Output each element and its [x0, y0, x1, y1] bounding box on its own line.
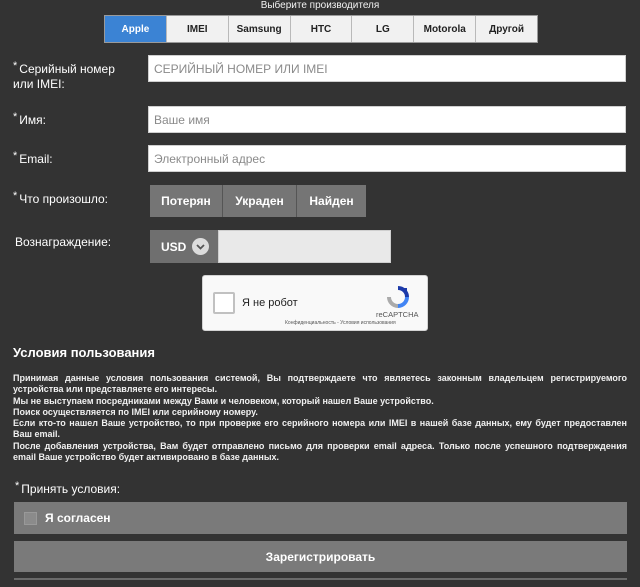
accept-label-text: Принять условия: [21, 482, 121, 496]
terms-text: Принимая данные условия пользования сист… [13, 373, 627, 463]
agree-checkbox[interactable] [24, 511, 37, 525]
status-found-button[interactable]: Найден [297, 185, 366, 217]
serial-input[interactable] [148, 55, 626, 82]
agree-checkbox-row[interactable]: Я согласен [14, 502, 627, 534]
status-lost-button[interactable]: Потерян [150, 185, 223, 217]
tab-samsung[interactable]: Samsung [229, 16, 291, 42]
accept-label: * Принять условия: [15, 480, 121, 497]
terms-paragraph: Принимая данные условия пользования сист… [13, 373, 627, 395]
divider [14, 578, 627, 580]
email-label-text: Email: [19, 152, 53, 166]
tab-lg[interactable]: LG [352, 16, 415, 42]
status-stolen-button[interactable]: Украден [223, 185, 297, 217]
tab-apple[interactable]: Apple [105, 16, 167, 42]
tab-htc[interactable]: HTC [291, 16, 353, 42]
register-button[interactable]: Зарегистрировать [14, 541, 627, 572]
status-label-text: Что произошло: [19, 192, 109, 206]
required-mark: * [13, 190, 18, 202]
serial-label-line1: Серийный номер [19, 62, 115, 76]
chevron-down-icon [192, 238, 210, 255]
email-label: * Email: [13, 150, 53, 167]
manufacturer-title: Выберите производителя [260, 0, 380, 11]
required-mark: * [13, 60, 18, 72]
status-label: * Что произошло: [13, 190, 109, 207]
name-label: * Имя: [13, 111, 46, 128]
recaptcha-links[interactable]: Конфиденциальность - Условия использован… [285, 320, 396, 326]
agree-label: Я согласен [45, 511, 111, 525]
manufacturer-tabs: Apple IMEI Samsung HTC LG Motorola Друго… [104, 15, 538, 43]
tab-other[interactable]: Другой [476, 16, 537, 42]
terms-title: Условия пользования [13, 345, 155, 360]
terms-paragraph: Поиск осуществляется по IMEI или серийно… [13, 406, 258, 417]
currency-select[interactable]: USD [150, 230, 218, 263]
recaptcha-brand: reCAPTCHA [376, 310, 419, 319]
recaptcha-label: Я не робот [242, 297, 298, 309]
terms-paragraph: Мы не выступаем посредниками между Вами … [13, 395, 434, 406]
name-label-text: Имя: [19, 113, 46, 127]
recaptcha-checkbox[interactable] [213, 292, 235, 314]
email-input[interactable] [148, 145, 626, 172]
reward-label: Вознаграждение: [15, 235, 112, 249]
required-mark: * [13, 111, 18, 123]
serial-label: * Серийный номер или IMEI: [13, 60, 115, 92]
terms-paragraph: После добавления устройства, Вам будет о… [13, 440, 627, 463]
required-mark: * [15, 480, 20, 492]
currency-value: USD [161, 239, 187, 254]
tab-imei[interactable]: IMEI [167, 16, 229, 42]
required-mark: * [13, 150, 18, 162]
terms-paragraph: Если кто-то нашел Ваше устройство, то пр… [13, 418, 627, 440]
status-segmented-control: Потерян Украден Найден [150, 185, 366, 217]
recaptcha-widget: Я не робот reCAPTCHA Конфиденциальность … [202, 275, 428, 331]
tab-motorola[interactable]: Motorola [414, 16, 477, 42]
reward-input[interactable] [218, 230, 391, 263]
serial-label-line2: или IMEI: [13, 77, 65, 91]
name-input[interactable] [148, 106, 626, 133]
